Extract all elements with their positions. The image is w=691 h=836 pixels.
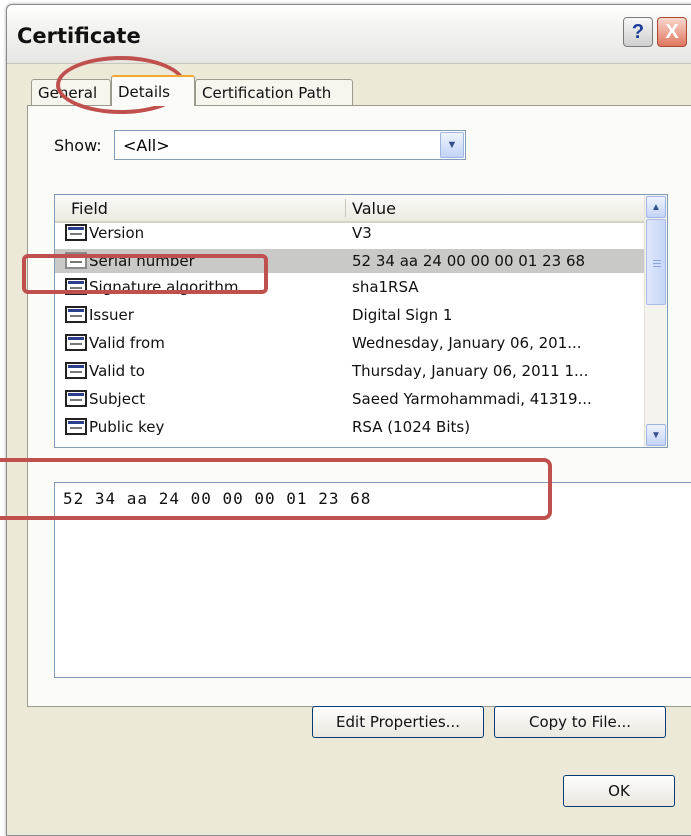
field-value: RSA (1024 Bits) — [352, 418, 471, 436]
field-name: Valid to — [89, 362, 145, 380]
scroll-down-icon[interactable]: ▼ — [646, 424, 666, 446]
field-name: Valid from — [89, 334, 165, 352]
list-row-serial-number[interactable]: Serial number 52 34 aa 24 00 00 00 01 23… — [55, 249, 645, 273]
scroll-up-icon[interactable]: ▲ — [646, 196, 666, 218]
show-label: Show: — [54, 136, 102, 155]
list-row-subject[interactable]: Subject Saeed Yarmohammadi, 41319... — [55, 387, 645, 411]
field-name: Serial number — [89, 252, 195, 270]
field-value: Saeed Yarmohammadi, 41319... — [352, 390, 592, 408]
list-row-public-key[interactable]: Public key RSA (1024 Bits) — [55, 415, 645, 439]
grip-icon — [653, 260, 661, 261]
field-value: Thursday, January 06, 2011 1... — [352, 362, 589, 380]
field-value: sha1RSA — [352, 278, 419, 296]
list-row-issuer[interactable]: Issuer Digital Sign 1 — [55, 303, 645, 327]
field-value: V3 — [352, 224, 372, 242]
scrollbar-thumb[interactable] — [646, 219, 666, 305]
ok-button[interactable]: OK — [563, 775, 675, 807]
field-name: Signature algorithm — [89, 278, 239, 296]
column-header-field[interactable]: Field — [71, 199, 108, 218]
tab-certification-path[interactable]: Certification Path — [195, 79, 353, 105]
field-value: 52 34 aa 24 00 00 00 01 23 68 — [352, 252, 586, 270]
field-name: Subject — [89, 390, 146, 408]
vertical-scrollbar[interactable]: ▲ ▼ — [644, 195, 667, 447]
field-value: Wednesday, January 06, 201... — [352, 334, 582, 352]
tab-details[interactable]: Details — [111, 75, 195, 106]
title-bar[interactable]: Certificate ? X — [7, 5, 691, 64]
list-row-valid-to[interactable]: Valid to Thursday, January 06, 2011 1... — [55, 359, 645, 383]
chevron-down-icon[interactable]: ▼ — [440, 132, 464, 158]
edit-properties-button[interactable]: Edit Properties... — [312, 706, 484, 738]
certificate-field-icon — [65, 334, 87, 351]
window-title: Certificate — [17, 24, 141, 48]
copy-to-file-button[interactable]: Copy to File... — [494, 706, 666, 738]
help-button[interactable]: ? — [623, 17, 653, 47]
field-name: Version — [89, 224, 145, 242]
list-header: Field Value — [55, 195, 645, 223]
show-dropdown[interactable]: <All> ▼ — [114, 130, 466, 160]
column-header-value[interactable]: Value — [352, 199, 396, 218]
certificate-field-icon — [65, 252, 87, 269]
column-divider[interactable] — [345, 199, 346, 217]
list-row-signature-algorithm[interactable]: Signature algorithm sha1RSA — [55, 275, 645, 299]
tab-general[interactable]: General — [31, 79, 111, 105]
fields-list[interactable]: Field Value Version V3 Serial number 52 … — [54, 194, 668, 448]
field-name: Issuer — [89, 306, 134, 324]
certificate-field-icon — [65, 306, 87, 323]
details-panel: Show: <All> ▼ Field Value Version V3 Ser… — [27, 105, 691, 738]
certificate-field-icon — [65, 362, 87, 379]
certificate-field-icon — [65, 224, 87, 241]
certificate-dialog: Certificate ? X General Details Certific… — [6, 4, 691, 836]
close-button[interactable]: X — [657, 17, 687, 47]
field-detail-textbox[interactable]: 52 34 aa 24 00 00 00 01 23 68 — [54, 482, 691, 678]
field-detail-text: 52 34 aa 24 00 00 00 01 23 68 — [63, 489, 372, 508]
list-row-valid-from[interactable]: Valid from Wednesday, January 06, 201... — [55, 331, 645, 355]
show-selected-value: <All> — [123, 136, 170, 155]
certificate-field-icon — [65, 390, 87, 407]
field-value: Digital Sign 1 — [352, 306, 453, 324]
certificate-field-icon — [65, 418, 87, 435]
certificate-field-icon — [65, 278, 87, 295]
field-name: Public key — [89, 418, 165, 436]
list-row-version[interactable]: Version V3 — [55, 221, 645, 245]
